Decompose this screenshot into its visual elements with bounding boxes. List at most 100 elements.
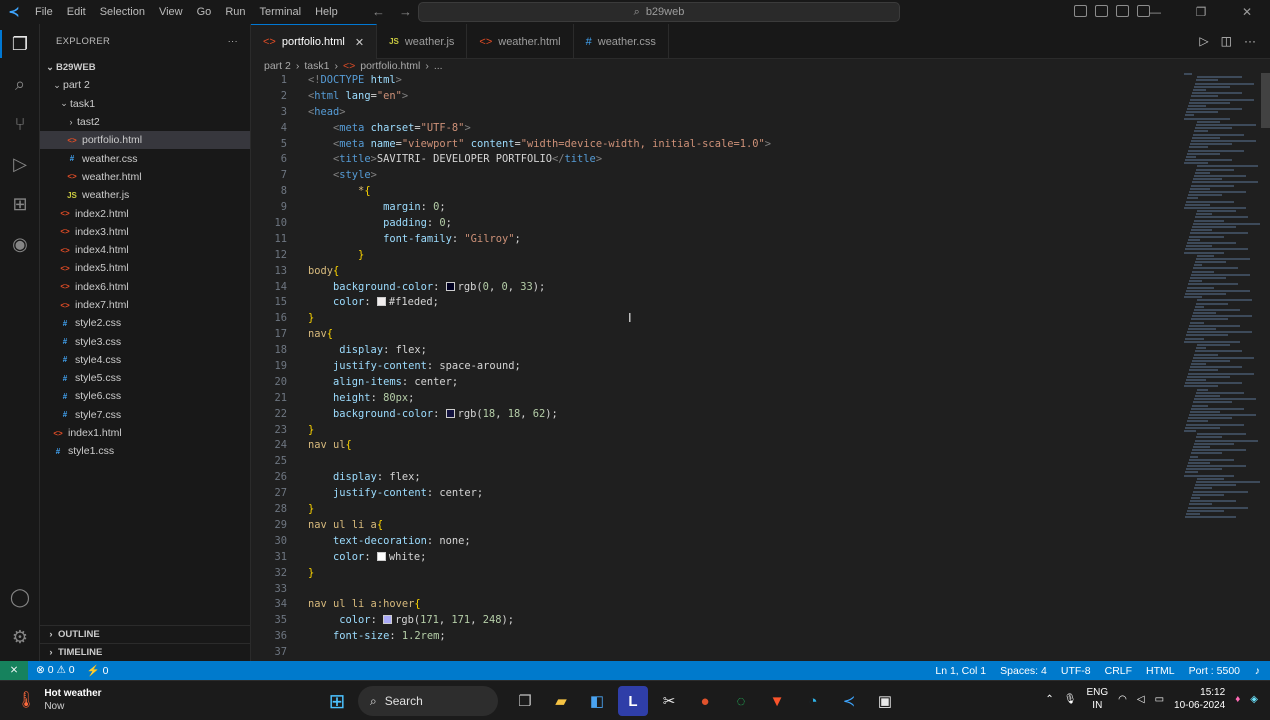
search-extension-icon[interactable]: ◉ [0, 224, 40, 264]
tree-file[interactable]: # style6.css [40, 387, 250, 405]
tree-file[interactable]: <> index7.html [40, 296, 250, 314]
close-tab-icon[interactable]: ✕ [355, 36, 364, 49]
tree-file[interactable]: # style1.css [40, 442, 250, 460]
whatsapp-icon[interactable]: ◌ [726, 686, 756, 716]
run-debug-icon[interactable]: ▷ [0, 144, 40, 184]
forward-arrow-icon[interactable]: → [399, 4, 412, 19]
tab-weather-js[interactable]: JS weather.js [377, 24, 468, 59]
edge-browser-icon[interactable]: ◔ [798, 686, 828, 716]
volume-icon[interactable]: ◁ [1137, 694, 1145, 705]
tree-file[interactable]: # style7.css [40, 406, 250, 424]
ports-indicator[interactable]: ⚡ 0 [87, 664, 109, 677]
code-editor[interactable]: 1 <!DOCTYPE html> 2 <html lang="en"> 3 <head>… [251, 73, 1261, 661]
file-explorer-icon[interactable]: ▰ [546, 686, 576, 716]
menu-view[interactable]: View [152, 6, 190, 18]
back-arrow-icon[interactable]: ← [372, 4, 385, 19]
tree-folder[interactable]: › tast2 [40, 113, 250, 131]
menu-file[interactable]: File [28, 6, 60, 18]
editor-scrollbar[interactable] [1261, 73, 1270, 128]
tree-file[interactable]: <> index3.html [40, 223, 250, 241]
more-icon[interactable]: ··· [1244, 34, 1256, 48]
tree-folder[interactable]: ⌄ part 2 [40, 76, 250, 94]
tree-file[interactable]: # style3.css [40, 332, 250, 350]
explorer-icon[interactable]: ❐ [0, 24, 40, 64]
language-indicator[interactable]: ENG IN [1086, 686, 1108, 712]
color-swatch-icon[interactable] [445, 281, 455, 291]
microphone-icon[interactable]: 🎙 [1064, 694, 1077, 705]
breadcrumb-part2[interactable]: part 2 [264, 60, 291, 72]
l-app-icon[interactable]: L [618, 686, 648, 716]
tree-file[interactable]: # style5.css [40, 369, 250, 387]
tray-overflow-chevron-icon[interactable]: ⌃ [1045, 694, 1053, 705]
tree-file[interactable]: <> index5.html [40, 259, 250, 277]
line-ending[interactable]: CRLF [1105, 665, 1132, 677]
indentation[interactable]: Spaces: 4 [1000, 665, 1047, 677]
tree-file[interactable]: <> index1.html [40, 424, 250, 442]
toggle-secondary-sidebar-icon[interactable] [1116, 5, 1129, 17]
tree-file[interactable]: # style2.css [40, 314, 250, 332]
color-swatch-icon[interactable] [383, 615, 393, 625]
close-window-icon[interactable]: ✕ [1224, 0, 1270, 24]
tree-file[interactable]: # weather.css [40, 149, 250, 167]
minimap[interactable] [1184, 73, 1260, 543]
task-view-icon[interactable]: ❐ [510, 686, 540, 716]
notification-icon[interactable]: ♦ [1235, 694, 1240, 705]
run-icon[interactable]: ▷ [1199, 34, 1208, 48]
outline-section[interactable]: › OUTLINE [40, 625, 250, 643]
timeline-section[interactable]: › TIMELINE [40, 643, 250, 661]
search-view-icon[interactable]: ⌕ [0, 64, 40, 104]
problems-indicator[interactable]: ⊗ 0 ⚠ 0 [36, 664, 75, 677]
menu-edit[interactable]: Edit [60, 6, 93, 18]
cursor-position[interactable]: Ln 1, Col 1 [935, 665, 986, 677]
breadcrumb-file[interactable]: portfolio.html [360, 60, 420, 72]
microsoft-store-icon[interactable]: ◧ [582, 686, 612, 716]
brave-browser-icon[interactable]: ▼ [762, 686, 792, 716]
remote-icon[interactable]: ⨯ [0, 661, 28, 680]
menu-terminal[interactable]: Terminal [253, 6, 309, 18]
menu-selection[interactable]: Selection [93, 6, 152, 18]
tab-portfolio-html[interactable]: <> portfolio.html ✕ [251, 24, 378, 59]
color-swatch-icon[interactable] [376, 297, 386, 307]
battery-icon[interactable]: ▭ [1155, 694, 1164, 705]
tab-weather-html[interactable]: <> weather.html [467, 24, 574, 59]
source-control-icon[interactable]: ⑂ [0, 104, 40, 144]
windows-start-icon[interactable]: ⊞ [322, 686, 352, 716]
taskbar-search[interactable]: ⌕ Search [358, 686, 498, 716]
snipping-tool-icon[interactable]: ✂ [654, 686, 684, 716]
tree-file[interactable]: <> index2.html [40, 204, 250, 222]
more-actions-icon[interactable]: ··· [228, 36, 238, 47]
tree-file[interactable]: JS weather.js [40, 186, 250, 204]
tree-file[interactable]: <> weather.html [40, 168, 250, 186]
tree-folder[interactable]: ⌄ task1 [40, 95, 250, 113]
minimize-icon[interactable]: — [1132, 0, 1178, 24]
tree-file[interactable]: <> index6.html [40, 278, 250, 296]
breadcrumb-more[interactable]: ... [434, 60, 443, 72]
powerpoint-icon[interactable]: ● [690, 686, 720, 716]
menu-go[interactable]: Go [190, 6, 219, 18]
color-swatch-icon[interactable] [445, 408, 455, 418]
weather-widget[interactable]: 🌡 Hot weather Now [16, 687, 102, 713]
color-swatch-icon[interactable] [376, 551, 386, 561]
toggle-primary-sidebar-icon[interactable] [1074, 5, 1087, 17]
tree-file[interactable]: <> portfolio.html [40, 131, 250, 150]
split-editor-icon[interactable]: ◫ [1221, 34, 1232, 48]
tree-file[interactable]: # style4.css [40, 351, 250, 369]
maximize-icon[interactable]: ❐ [1178, 0, 1224, 24]
extensions-icon[interactable]: ⊞ [0, 184, 40, 224]
wifi-icon[interactable]: ◠ [1118, 694, 1127, 705]
notifications-bell-icon[interactable]: ♪ [1255, 665, 1260, 677]
recorder-icon[interactable]: ▣ [870, 686, 900, 716]
account-icon[interactable]: ◯ [0, 577, 40, 617]
workspace-root[interactable]: ⌄ B29WEB [40, 58, 250, 76]
tab-weather-css[interactable]: # weather.css [574, 24, 669, 59]
menu-help[interactable]: Help [308, 6, 345, 18]
command-center[interactable]: ⌕ b29web [418, 2, 900, 22]
breadcrumb-task1[interactable]: task1 [304, 60, 329, 72]
language-mode[interactable]: HTML [1146, 665, 1175, 677]
manage-gear-icon[interactable]: ⚙ [0, 617, 40, 657]
clock[interactable]: 15:12 10-06-2024 [1174, 686, 1225, 712]
menu-run[interactable]: Run [218, 6, 252, 18]
encoding[interactable]: UTF-8 [1061, 665, 1091, 677]
tree-file[interactable]: <> index4.html [40, 241, 250, 259]
vscode-taskbar-icon[interactable]: ≺ [834, 686, 864, 716]
